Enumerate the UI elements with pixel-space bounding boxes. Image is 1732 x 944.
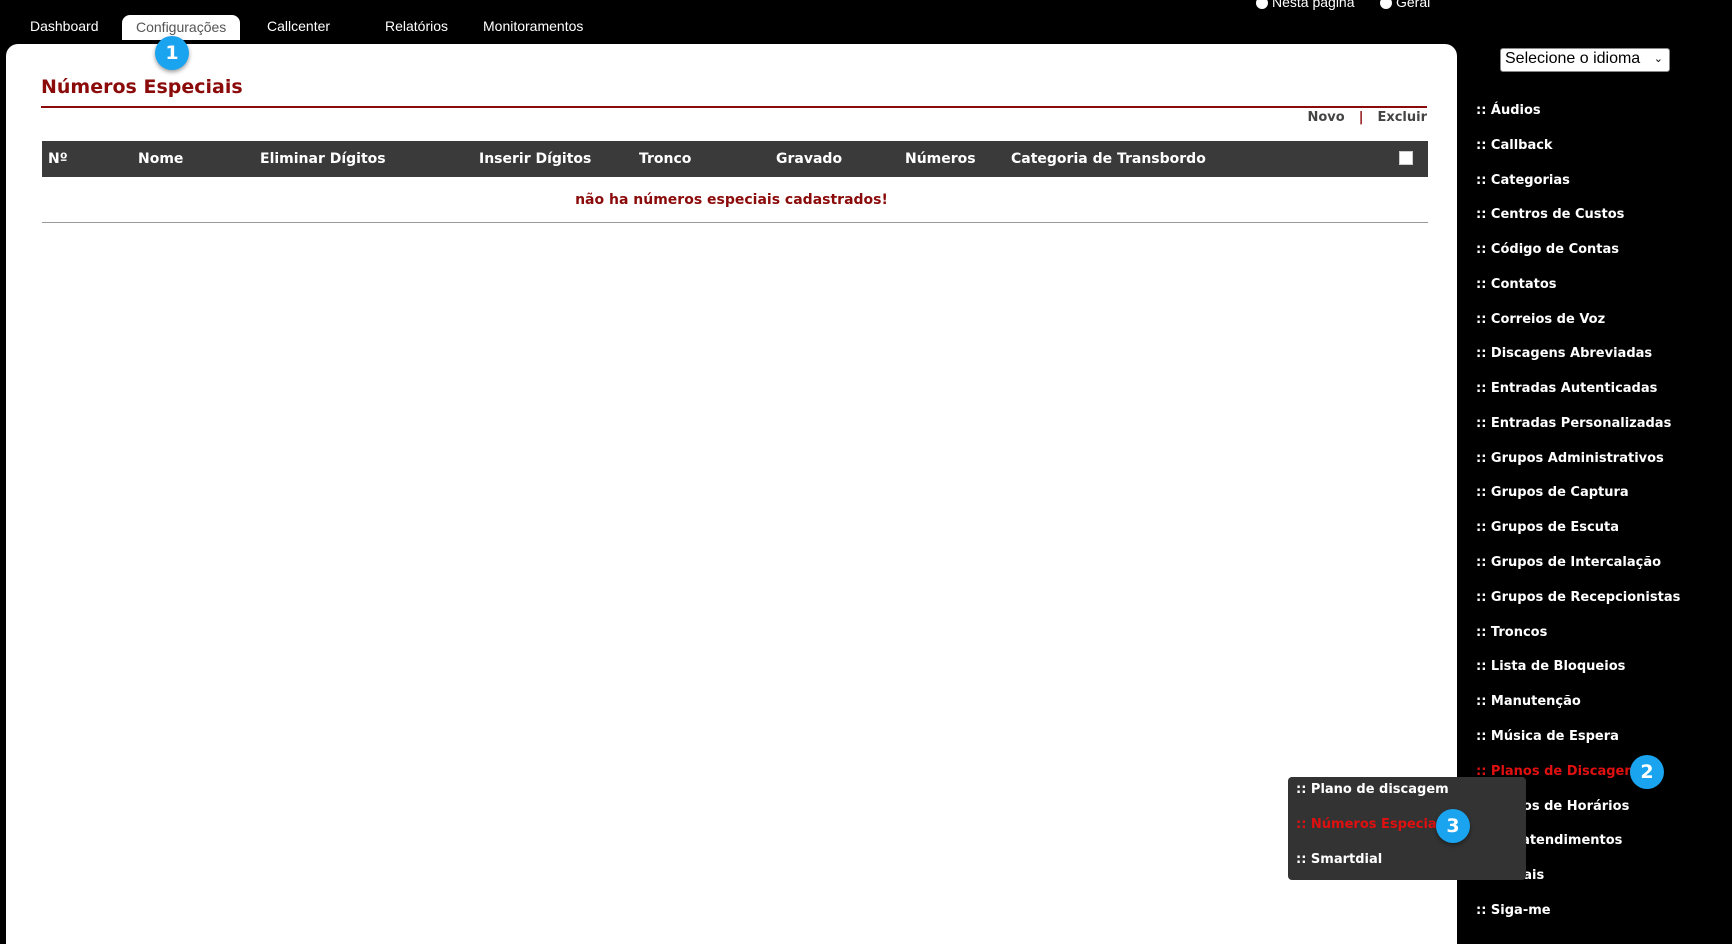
radio-this-page[interactable]: Nesta página [1256, 0, 1355, 10]
sidebar-item-contatos[interactable]: :: Contatos [1476, 277, 1557, 292]
main-panel: Números Especiais Novo | Excluir Nº Nome E… [6, 44, 1457, 944]
top-nav: Dashboard Configurações Callcenter Relat… [0, 0, 1460, 44]
tab-callcenter[interactable]: Callcenter [267, 18, 330, 34]
language-select-value: Selecione o idioma [1505, 50, 1641, 67]
action-links: Novo | Excluir [1307, 110, 1427, 125]
sidebar-item-grupos-de-escuta[interactable]: :: Grupos de Escuta [1476, 520, 1619, 535]
select-all-checkbox[interactable] [1399, 151, 1413, 165]
sidebar-item-entradas-autenticadas[interactable]: :: Entradas Autenticadas [1476, 381, 1657, 396]
sidebar-item-grupos-de-intercalacao[interactable]: :: Grupos de Intercalação [1476, 555, 1661, 570]
column-header-numbers[interactable]: Números [905, 151, 976, 167]
delete-link[interactable]: Excluir [1377, 110, 1427, 125]
sidebar-item-audios[interactable]: :: Áudios [1476, 103, 1541, 118]
sidebar-item-grupos-de-recepcionistas[interactable]: :: Grupos de Recepcionistas [1476, 590, 1680, 605]
sidebar-item-musica-de-espera[interactable]: :: Música de Espera [1476, 729, 1619, 744]
step-marker-3: 3 [1436, 809, 1470, 843]
sidebar-item-centros-de-custos[interactable]: :: Centros de Custos [1476, 207, 1624, 222]
radio-button-icon [1380, 0, 1392, 10]
tab-dashboard[interactable]: Dashboard [30, 18, 99, 34]
column-header-name[interactable]: Nome [138, 151, 183, 167]
page-title: Números Especiais [41, 76, 243, 98]
column-header-overflow-category[interactable]: Categoria de Transbordo [1011, 151, 1206, 167]
new-link[interactable]: Novo [1307, 110, 1344, 125]
table-bottom-divider [42, 222, 1428, 223]
column-header-trunk[interactable]: Tronco [639, 151, 691, 167]
sidebar-item-discagens-abreviadas[interactable]: :: Discagens Abreviadas [1476, 346, 1652, 361]
submenu-item-smartdial[interactable]: :: Smartdial [1296, 852, 1382, 867]
column-header-number[interactable]: Nº [48, 151, 68, 167]
column-header-remove-digits[interactable]: Eliminar Dígitos [260, 151, 386, 167]
tab-relatorios[interactable]: Relatórios [385, 18, 448, 34]
submenu-item-numeros-especiais[interactable]: :: Números Especiais [1296, 817, 1449, 832]
column-header-insert-digits[interactable]: Inserir Dígitos [479, 151, 591, 167]
step-marker-1: 1 [155, 36, 189, 70]
submenu-item-plano-de-discagem[interactable]: :: Plano de discagem [1296, 782, 1449, 797]
sidebar-item-codigo-de-contas[interactable]: :: Código de Contas [1476, 242, 1619, 257]
tab-configuracoes[interactable]: Configurações [122, 15, 241, 40]
sidebar-item-callback[interactable]: :: Callback [1476, 138, 1553, 153]
tab-monitoramentos[interactable]: Monitoramentos [483, 18, 583, 34]
chevron-down-icon: ⌄ [1653, 53, 1663, 65]
sidebar-item-grupos-administrativos[interactable]: :: Grupos Administrativos [1476, 451, 1664, 466]
sidebar-item-lista-de-bloqueios[interactable]: :: Lista de Bloqueios [1476, 659, 1625, 674]
dial-plan-submenu: :: Plano de discagem :: Números Especiai… [1288, 777, 1526, 880]
sidebar-item-entradas-personalizadas[interactable]: :: Entradas Personalizadas [1476, 416, 1671, 431]
radio-label: Geral [1396, 0, 1431, 10]
step-marker-2: 2 [1630, 755, 1664, 789]
sidebar-item-grupos-de-captura[interactable]: :: Grupos de Captura [1476, 485, 1629, 500]
sidebar-item-manutencao[interactable]: :: Manutenção [1476, 694, 1581, 709]
action-separator: | [1358, 110, 1364, 125]
radio-button-icon [1256, 0, 1268, 10]
radio-general[interactable]: Geral [1380, 0, 1430, 10]
sidebar-item-troncos[interactable]: :: Troncos [1476, 625, 1547, 640]
empty-table-message: não ha números especiais cadastrados! [575, 192, 888, 208]
title-divider [41, 106, 1427, 108]
sidebar-item-correios-de-voz[interactable]: :: Correios de Voz [1476, 312, 1605, 327]
table-header: Nº Nome Eliminar Dígitos Inserir Dígitos… [42, 141, 1428, 177]
radio-label: Nesta página [1272, 0, 1355, 10]
column-header-recorded[interactable]: Gravado [776, 151, 842, 167]
sidebar-item-siga-me[interactable]: :: Siga-me [1476, 903, 1551, 918]
sidebar-item-categorias[interactable]: :: Categorias [1476, 173, 1570, 188]
language-select[interactable]: Selecione o idioma ⌄ [1500, 48, 1670, 72]
